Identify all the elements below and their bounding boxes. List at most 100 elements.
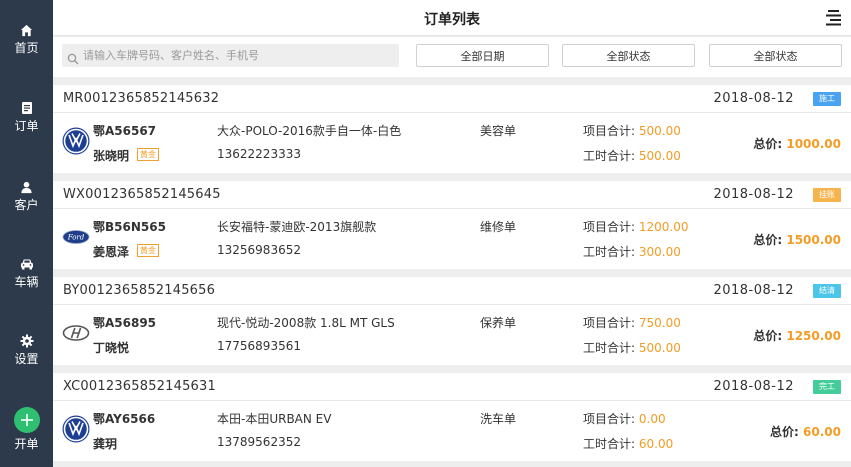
license-plate: 鄂AY6566 [93,412,156,426]
sidebar-item-customers[interactable]: 客户 [0,157,53,217]
items-total-value: 0.00 [638,412,666,426]
order-date: 2018-08-12 [713,187,794,202]
labor-total-value: 500.00 [638,341,681,355]
owner-name: 张晓明 [93,149,130,163]
gear-icon [19,333,35,349]
order-total-value: 1000.00 [786,137,841,151]
labor-total-value: 60.00 [638,437,674,451]
home-icon [19,22,35,38]
items-total: 项目合计: 500.00 [583,124,681,138]
search-box [62,44,399,67]
volkswagen-logo-icon [62,415,90,443]
document-icon [19,100,35,116]
order-header: MR0012365852145632 2018-08-12 施工 [53,85,851,113]
labor-total-value: 500.00 [638,149,681,163]
order-total-value: 1250.00 [786,329,841,343]
order-total: 总价: 1250.00 [753,329,841,343]
phone-number: 13256983652 [217,243,301,257]
sidebar-item-label: 车辆 [14,275,39,289]
header: 订单列表 [53,0,851,36]
order-total: 总价: 1500.00 [753,233,841,247]
order-total: 总价: 60.00 [770,425,841,439]
order-number: WX0012365852145645 [63,187,221,202]
order-card[interactable]: WX0012365852145645 2018-08-12 挂账 Ford 鄂B… [53,181,851,269]
svg-text:Ford: Ford [67,234,85,242]
items-total: 项目合计: 750.00 [583,316,681,330]
order-number: XC0012365852145631 [63,379,216,394]
phone-number: 17756893561 [217,339,301,353]
sidebar-item-new-order[interactable]: 开单 [0,407,53,467]
owner-name: 丁晓悦 [93,341,130,355]
owner-name: 龚玥 [93,437,118,451]
items-total: 项目合计: 1200.00 [583,220,689,234]
vip-tag: 黄金 [137,148,159,161]
car-model: 长安福特-蒙迪欧-2013旗舰款 [217,220,377,234]
sidebar: 首页 订单 客户 车辆 设置 开单 [0,0,53,467]
hyundai-logo-icon [62,319,90,347]
labor-total: 工时合计: 300.00 [583,245,681,259]
status-badge: 施工 [813,92,841,106]
user-icon [19,179,35,195]
order-card[interactable]: XC0012365852145631 2018-08-12 完工 鄂AY6566… [53,373,851,461]
car-model: 现代-悦动-2008款 1.8L MT GLS [217,316,395,330]
order-type: 洗车单 [480,412,517,426]
ford-logo-icon: Ford [62,223,90,251]
order-total: 总价: 1000.00 [753,137,841,151]
sidebar-item-orders[interactable]: 订单 [0,78,53,138]
vip-tag: 黄金 [137,244,159,257]
license-plate: 鄂A56895 [93,316,157,330]
order-header: WX0012365852145645 2018-08-12 挂账 [53,181,851,209]
order-type: 美容单 [480,124,517,138]
order-type: 维修单 [480,220,517,234]
sidebar-item-label: 订单 [14,119,39,133]
search-input[interactable] [83,49,383,62]
status-badge: 完工 [813,380,841,394]
license-plate: 鄂B56N565 [93,220,166,234]
labor-total: 工时合计: 60.00 [583,437,674,451]
labor-total: 工时合计: 500.00 [583,149,681,163]
owner-name: 姜恩泽 [93,245,130,259]
items-total-value: 500.00 [638,124,681,138]
labor-total: 工时合计: 500.00 [583,341,681,355]
status-badge: 结清 [813,284,841,298]
items-total-value: 1200.00 [638,220,689,234]
order-card[interactable]: BY0012365852145656 2018-08-12 结清 鄂A56895… [53,277,851,365]
order-header: BY0012365852145656 2018-08-12 结清 [53,277,851,305]
volkswagen-logo-icon [62,127,90,155]
order-date: 2018-08-12 [713,283,794,298]
sidebar-item-label: 设置 [14,352,39,366]
car-icon [19,256,35,272]
license-plate: 鄂A56567 [93,124,157,138]
sidebar-item-label: 客户 [14,198,39,212]
order-number: BY0012365852145656 [63,283,216,298]
sidebar-item-label: 首页 [14,41,39,55]
filter-bar: 全部日期 全部状态 全部状态 [53,37,851,77]
order-type: 保养单 [480,316,517,330]
phone-number: 13622223333 [217,147,301,161]
sidebar-item-settings[interactable]: 设置 [0,311,53,371]
order-total-value: 1500.00 [786,233,841,247]
menu-icon[interactable] [826,10,841,26]
phone-number: 13789562352 [217,435,301,449]
car-model: 本田-本田URBAN EV [217,412,332,426]
car-model: 大众-POLO-2016款手自一体-白色 [217,124,402,138]
order-total-value: 60.00 [803,425,841,439]
status-filter-button[interactable]: 全部状态 [562,44,695,67]
status-badge: 挂账 [813,188,841,202]
plus-icon [13,407,40,433]
items-total-value: 750.00 [638,316,681,330]
order-date: 2018-08-12 [713,91,794,106]
page-title: 订单列表 [424,12,480,28]
labor-total-value: 300.00 [638,245,681,259]
sidebar-item-label: 开单 [14,437,39,451]
order-date: 2018-08-12 [713,379,794,394]
order-card[interactable]: MR0012365852145632 2018-08-12 施工 鄂A56567… [53,85,851,173]
sidebar-item-home[interactable]: 首页 [0,0,53,60]
date-filter-button[interactable]: 全部日期 [416,44,549,67]
status-filter-button-2[interactable]: 全部状态 [709,44,842,67]
order-number: MR0012365852145632 [63,91,220,106]
order-header: XC0012365852145631 2018-08-12 完工 [53,373,851,401]
items-total: 项目合计: 0.00 [583,412,666,426]
sidebar-item-vehicles[interactable]: 车辆 [0,234,53,294]
search-icon [67,50,79,64]
